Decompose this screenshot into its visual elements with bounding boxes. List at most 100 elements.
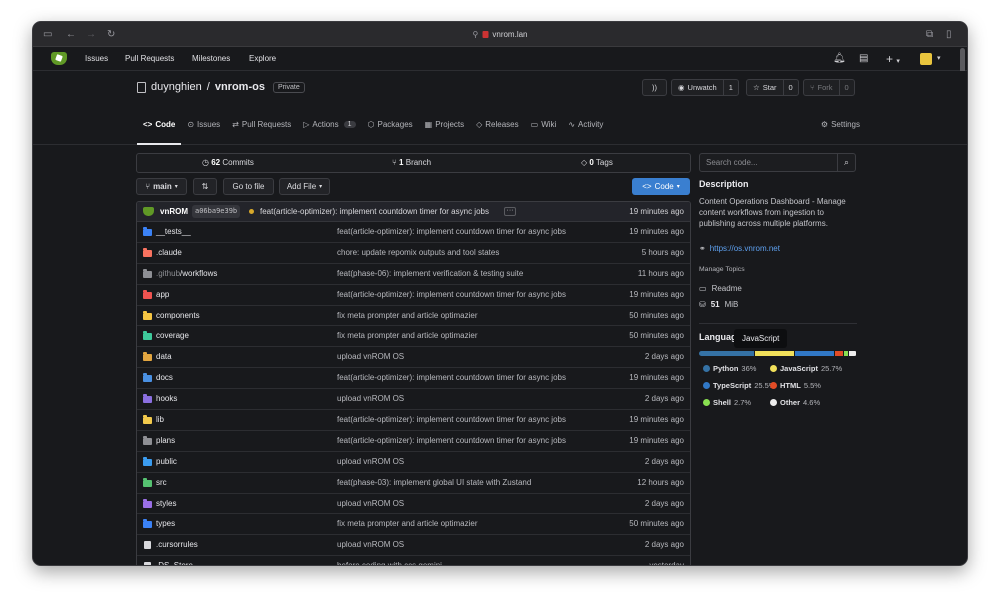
user-menu-chevron-down-icon[interactable]: ▾ bbox=[937, 47, 941, 71]
file-name-link[interactable]: plans bbox=[156, 431, 175, 451]
commit-message[interactable]: feat(article-optimizer): implement count… bbox=[260, 202, 489, 222]
commit-status-dot-icon[interactable] bbox=[249, 209, 254, 214]
file-name-link[interactable]: .claude bbox=[156, 243, 182, 263]
language-item[interactable]: HTML 5.5% bbox=[770, 381, 821, 390]
star-count[interactable]: 0 bbox=[782, 80, 798, 95]
file-commit-message[interactable]: fix meta prompter and article optimazier bbox=[337, 326, 478, 346]
rss-feed-button[interactable]: )) bbox=[642, 79, 667, 96]
forward-icon[interactable]: → bbox=[86, 22, 96, 47]
file-row[interactable]: styles upload vnROM OS 2 days ago bbox=[137, 494, 690, 515]
file-name-link[interactable]: .DS_Store bbox=[156, 556, 193, 565]
go-to-file-button[interactable]: Go to file bbox=[223, 178, 274, 195]
file-row[interactable]: public upload vnROM OS 2 days ago bbox=[137, 452, 690, 473]
tabs-icon[interactable]: ▯ bbox=[946, 22, 952, 47]
share-icon[interactable]: ⧉ bbox=[926, 22, 933, 47]
address-bar[interactable]: ⚲ vnrom.lan bbox=[473, 22, 528, 47]
fork-count[interactable]: 0 bbox=[838, 80, 854, 95]
file-name-link[interactable]: .github/workflows bbox=[156, 264, 217, 284]
file-commit-message[interactable]: before coding with ccs gemini bbox=[337, 556, 442, 565]
file-row[interactable]: data upload vnROM OS 2 days ago bbox=[137, 347, 690, 369]
language-item[interactable]: TypeScript 25.5% bbox=[703, 381, 775, 390]
tab-issues[interactable]: ⊙ Issues bbox=[181, 103, 226, 145]
notifications-bell-icon[interactable]: 🔔︎ bbox=[833, 47, 846, 71]
file-name-link[interactable]: docs bbox=[156, 368, 173, 388]
file-row[interactable]: .cursorrules upload vnROM OS 2 days ago bbox=[137, 535, 690, 557]
nav-pull-requests[interactable]: Pull Requests bbox=[125, 47, 174, 71]
file-row[interactable]: app feat(article-optimizer): implement co… bbox=[137, 285, 690, 306]
commit-expand-button[interactable]: ··· bbox=[504, 207, 516, 216]
file-row[interactable]: src feat(phase-03): implement global UI s… bbox=[137, 473, 690, 494]
language-bar-segment[interactable] bbox=[849, 351, 856, 356]
tab-actions[interactable]: ▷ Actions 1 bbox=[297, 103, 361, 145]
repo-name-link[interactable]: vnrom-os bbox=[215, 81, 265, 93]
file-name-link[interactable]: .cursorrules bbox=[156, 535, 198, 555]
branch-selector[interactable]: ⑂ main ▾ bbox=[136, 178, 187, 195]
tags-link[interactable]: ◇ 0 Tags bbox=[581, 154, 613, 172]
file-commit-message[interactable]: feat(article-optimizer): implement count… bbox=[337, 431, 566, 451]
file-row[interactable]: .github/workflows feat(phase-06): impleme… bbox=[137, 264, 690, 285]
file-row[interactable]: lib feat(article-optimizer): implement co… bbox=[137, 410, 690, 431]
repo-owner-link[interactable]: duynghien bbox=[151, 81, 202, 93]
language-bar[interactable] bbox=[699, 351, 857, 356]
file-name-link[interactable]: components bbox=[156, 306, 200, 326]
file-commit-message[interactable]: upload vnROM OS bbox=[337, 494, 404, 514]
commits-link[interactable]: ◷ 62 Commits bbox=[202, 154, 254, 172]
file-name-link[interactable]: styles bbox=[156, 494, 176, 514]
language-item[interactable]: Other 4.6% bbox=[770, 398, 820, 407]
file-row[interactable]: docs feat(article-optimizer): implement c… bbox=[137, 368, 690, 390]
file-name-link[interactable]: hooks bbox=[156, 389, 177, 409]
gitea-logo-icon[interactable] bbox=[51, 52, 67, 65]
language-item[interactable]: Python 36% bbox=[703, 364, 756, 373]
tab-pull-requests[interactable]: ⇄ Pull Requests bbox=[226, 103, 297, 145]
file-commit-message[interactable]: upload vnROM OS bbox=[337, 535, 404, 555]
nav-explore[interactable]: Explore bbox=[249, 47, 276, 71]
file-commit-message[interactable]: fix meta prompter and article optimazier bbox=[337, 514, 478, 534]
language-bar-segment[interactable] bbox=[834, 351, 843, 356]
file-commit-message[interactable]: feat(phase-03): implement global UI stat… bbox=[337, 473, 531, 493]
file-row[interactable]: components fix meta prompter and article … bbox=[137, 306, 690, 327]
user-avatar[interactable] bbox=[920, 53, 932, 65]
file-commit-message[interactable]: upload vnROM OS bbox=[337, 452, 404, 472]
file-row[interactable]: .claude chore: update repomix outputs and… bbox=[137, 243, 690, 264]
tab-code[interactable]: <> Code bbox=[137, 103, 182, 145]
file-commit-message[interactable]: feat(article-optimizer): implement count… bbox=[337, 410, 566, 430]
readme-link[interactable]: ▭ Readme bbox=[699, 284, 742, 293]
language-bar-segment[interactable] bbox=[699, 351, 754, 356]
file-name-link[interactable]: coverage bbox=[156, 326, 189, 346]
language-bar-segment[interactable] bbox=[794, 351, 834, 356]
compare-button[interactable]: ⇅ bbox=[193, 178, 217, 195]
language-bar-segment[interactable] bbox=[843, 351, 849, 356]
file-commit-message[interactable]: feat(article-optimizer): implement count… bbox=[337, 285, 566, 305]
commit-author[interactable]: vnROM bbox=[160, 202, 188, 222]
tab-releases[interactable]: ◇ Releases bbox=[470, 103, 525, 145]
sidebar-icon[interactable]: ▭ bbox=[43, 22, 52, 47]
file-name-link[interactable]: __tests__ bbox=[156, 222, 191, 242]
branches-link[interactable]: ⑂ 1 Branch bbox=[392, 154, 431, 172]
add-file-button[interactable]: Add File ▾ bbox=[279, 178, 330, 195]
file-row[interactable]: types fix meta prompter and article optim… bbox=[137, 514, 690, 536]
file-commit-message[interactable]: upload vnROM OS bbox=[337, 389, 404, 409]
file-commit-message[interactable]: fix meta prompter and article optimazier bbox=[337, 306, 478, 326]
search-code-input[interactable] bbox=[700, 154, 838, 171]
tab-activity[interactable]: ∿ Activity bbox=[562, 103, 609, 145]
fork-button[interactable]: ⑂ Fork 0 bbox=[803, 79, 855, 96]
file-name-link[interactable]: types bbox=[156, 514, 175, 534]
nav-issues[interactable]: Issues bbox=[85, 47, 108, 71]
manage-topics-link[interactable]: Manage Topics bbox=[699, 266, 745, 273]
tab-wiki[interactable]: ▭ Wiki bbox=[525, 103, 563, 145]
file-commit-message[interactable]: upload vnROM OS bbox=[337, 347, 404, 367]
star-button[interactable]: ☆ Star 0 bbox=[746, 79, 799, 96]
file-name-link[interactable]: src bbox=[156, 473, 167, 493]
file-name-link[interactable]: app bbox=[156, 285, 169, 305]
create-new-button[interactable]: + ▾ bbox=[886, 47, 900, 74]
file-row[interactable]: __tests__ feat(article-optimizer): implem… bbox=[137, 222, 690, 243]
commit-sha[interactable]: a06ba9e39b bbox=[192, 205, 241, 218]
code-clone-button[interactable]: <> Code ▾ bbox=[632, 178, 690, 195]
file-row[interactable]: plans feat(article-optimizer): implement … bbox=[137, 431, 690, 452]
watch-count[interactable]: 1 bbox=[722, 80, 738, 95]
unwatch-button[interactable]: ◉ Unwatch 1 bbox=[671, 79, 739, 96]
tab-projects[interactable]: ▦ Projects bbox=[419, 103, 470, 145]
tab-packages[interactable]: ⬡ Packages bbox=[362, 103, 419, 145]
language-item[interactable]: JavaScript 25.7% bbox=[770, 364, 842, 373]
file-commit-message[interactable]: feat(article-optimizer): implement count… bbox=[337, 368, 566, 388]
